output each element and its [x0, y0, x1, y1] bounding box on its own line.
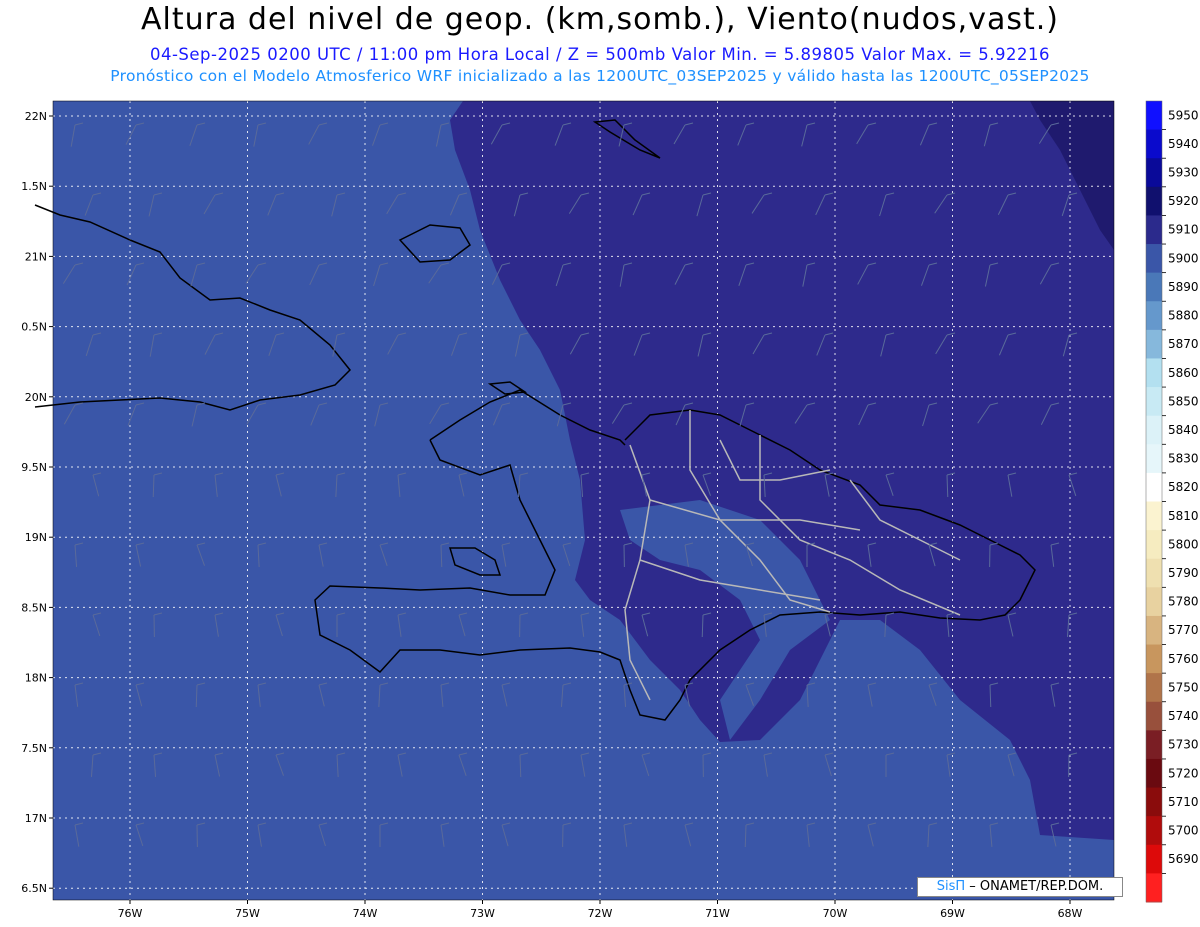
lat-label: 20N: [25, 391, 47, 404]
lat-label: 7.5N: [21, 742, 47, 755]
colorbar-label: 5880: [1168, 309, 1199, 323]
colorbar-label: 5740: [1168, 709, 1199, 723]
colorbar-label: 5920: [1168, 194, 1199, 208]
lon-label: 75W: [235, 907, 260, 920]
colorbar-label: 5760: [1168, 652, 1199, 666]
colorbar-swatch: [1146, 730, 1162, 760]
colorbar-swatch: [1146, 558, 1162, 588]
lat-label: 22N: [25, 110, 47, 123]
colorbar: 5950 5940 5930 5920 5910 5900 5890 5880 5870 5860…: [1145, 100, 1199, 903]
colorbar-swatch: [1146, 758, 1162, 789]
colorbar-swatch: [1146, 158, 1162, 188]
lon-label: 74W: [353, 907, 378, 920]
colorbar-swatch: [1146, 329, 1162, 359]
colorbar-swatch: [1146, 129, 1162, 159]
colorbar-swatch: [1146, 186, 1162, 216]
colorbar-swatch: [1146, 272, 1162, 302]
colorbar-swatch: [1146, 530, 1162, 560]
colorbar-label: 5710: [1168, 795, 1199, 809]
colorbar-swatch: [1146, 358, 1162, 388]
lon-label: 71W: [705, 907, 730, 920]
latitude-axis: 22N 1.5N 21N 0.5N 20N 9.5N 19N 8.5N 18N 7.5N 17N 6.…: [21, 110, 53, 895]
colorbar-swatch: [1146, 587, 1162, 617]
colorbar-label: 5930: [1168, 166, 1199, 180]
lat-label: 17N: [25, 812, 47, 825]
lon-label: 73W: [470, 907, 495, 920]
colorbar-label: 5940: [1168, 137, 1199, 151]
lat-label: 18N: [25, 672, 47, 685]
colorbar-swatch: [1146, 215, 1162, 245]
colorbar-label: 5850: [1168, 394, 1199, 408]
colorbar-label: 5700: [1168, 823, 1199, 837]
colorbar-label: 5730: [1168, 738, 1199, 752]
lat-label: 1.5N: [21, 180, 47, 193]
colorbar-label: 5750: [1168, 680, 1199, 694]
colorbar-label: 5720: [1168, 766, 1199, 780]
lat-label: 21N: [25, 250, 47, 263]
colorbar-swatch: [1146, 701, 1162, 731]
colorbar-label: 5820: [1168, 480, 1199, 494]
lon-label: 68W: [1058, 907, 1083, 920]
weather-map: 22N 1.5N 21N 0.5N 20N 9.5N 19N 8.5N 18N 7.5N 17N 6.…: [21, 100, 1199, 920]
colorbar-swatch: [1146, 644, 1162, 674]
colorbar-label: 5790: [1168, 566, 1199, 580]
lat-label: 8.5N: [21, 601, 47, 614]
longitude-axis: 76W 75W 74W 73W 72W 71W 70W 69W 68W: [118, 900, 1083, 920]
colorbar-label: 5800: [1168, 537, 1199, 551]
lat-label: 6.5N: [21, 882, 47, 895]
colorbar-label: 5810: [1168, 509, 1199, 523]
colorbar-swatch: [1146, 787, 1162, 817]
colorbar-swatch: [1146, 472, 1162, 502]
colorbar-label: 5840: [1168, 423, 1199, 437]
colorbar-swatch: [1146, 844, 1162, 874]
colorbar-swatch: [1146, 444, 1162, 474]
lon-label: 76W: [118, 907, 143, 920]
colorbar-label: 5770: [1168, 623, 1199, 637]
lat-label: 0.5N: [21, 321, 47, 334]
lat-label: 19N: [25, 531, 47, 544]
colorbar-label: 5780: [1168, 595, 1199, 609]
colorbar-label: 5950: [1168, 108, 1199, 122]
lon-label: 69W: [940, 907, 965, 920]
colorbar-label: 5890: [1168, 280, 1199, 294]
colorbar-label: 5870: [1168, 337, 1199, 351]
lat-label: 9.5N: [21, 461, 47, 474]
colorbar-swatch: [1146, 816, 1162, 846]
lon-label: 72W: [588, 907, 613, 920]
credit-box: SisΠ – ONAMET/REP.DOM.: [917, 877, 1123, 897]
colorbar-swatch: [1146, 101, 1162, 131]
credit-brand: SisΠ: [936, 879, 966, 894]
colorbar-swatch: [1146, 301, 1162, 331]
colorbar-label: 5910: [1168, 223, 1199, 237]
colorbar-swatch: [1146, 673, 1162, 703]
colorbar-label: 5690: [1168, 852, 1199, 866]
colorbar-label: 5900: [1168, 251, 1199, 265]
colorbar-label: 5860: [1168, 366, 1199, 380]
colorbar-swatch: [1146, 415, 1162, 445]
colorbar-swatch: [1146, 501, 1162, 531]
colorbar-swatch: [1146, 244, 1162, 274]
credit-text: – ONAMET/REP.DOM.: [969, 879, 1104, 894]
colorbar-swatch: [1146, 615, 1162, 646]
colorbar-swatch: [1146, 387, 1162, 417]
colorbar-swatch: [1146, 873, 1162, 903]
colorbar-label: 5830: [1168, 452, 1199, 466]
lon-label: 70W: [823, 907, 848, 920]
